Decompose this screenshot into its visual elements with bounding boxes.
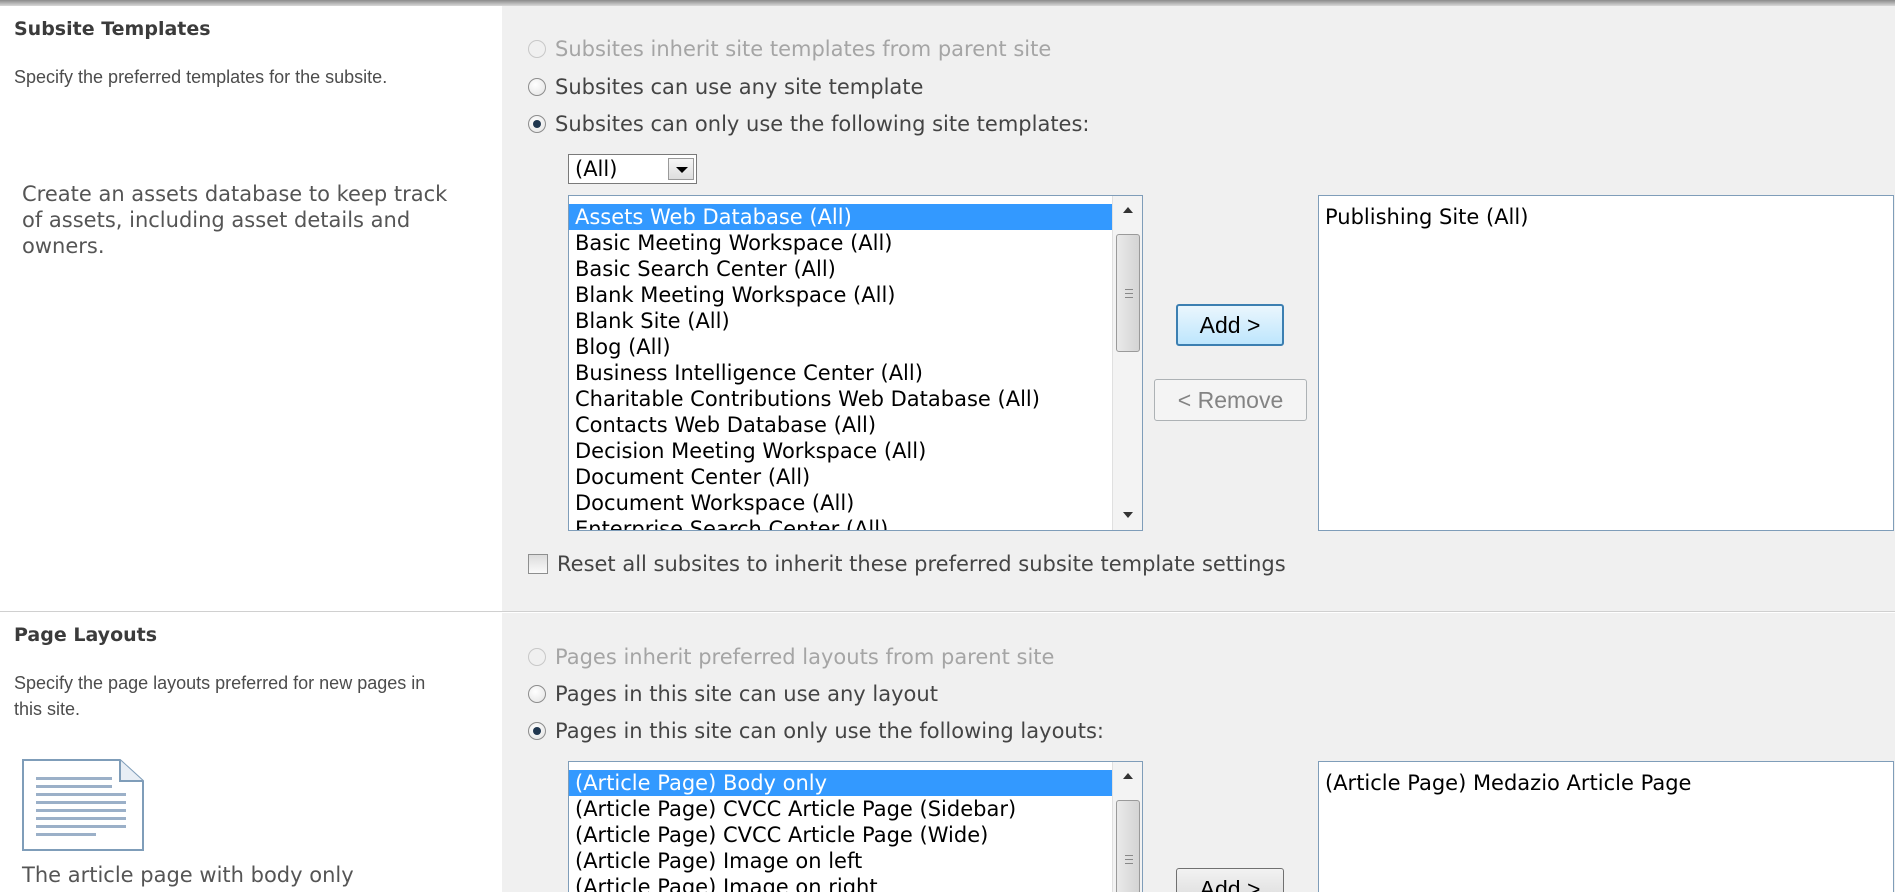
- list-item[interactable]: Business Intelligence Center (All): [569, 360, 1112, 386]
- listbox-scrollbar[interactable]: [1112, 196, 1142, 530]
- page-layouts-info: Page Layouts Specify the page layouts pr…: [0, 613, 502, 892]
- list-item[interactable]: (Article Page) Image on right: [569, 874, 1112, 892]
- chevron-down-icon[interactable]: [668, 158, 694, 180]
- reset-subsites-checkbox-row[interactable]: Reset all subsites to inherit these pref…: [528, 550, 1286, 578]
- listbox-scrollbar[interactable]: [1112, 762, 1142, 892]
- list-item[interactable]: Blank Site (All): [569, 308, 1112, 334]
- radio-inherit-templates[interactable]: Subsites inherit site templates from par…: [528, 35, 1051, 63]
- radio-label: Pages in this site can use any layout: [555, 682, 938, 706]
- radio-button[interactable]: [528, 115, 546, 133]
- scrollbar-thumb[interactable]: [1116, 234, 1140, 352]
- radio-any-layout[interactable]: Pages in this site can use any layout: [528, 680, 938, 708]
- radio-button[interactable]: [528, 40, 546, 58]
- list-item[interactable]: (Article Page) CVCC Article Page (Sideba…: [569, 796, 1112, 822]
- radio-label: Pages in this site can only use the foll…: [555, 719, 1104, 743]
- available-layouts-listbox[interactable]: (Article Page) Body only (Article Page) …: [568, 761, 1143, 892]
- list-item[interactable]: Charitable Contributions Web Database (A…: [569, 386, 1112, 412]
- subsite-templates-section: Subsite Templates Specify the preferred …: [0, 6, 1895, 612]
- grip-icon: [1125, 289, 1133, 298]
- radio-label: Subsites inherit site templates from par…: [555, 37, 1052, 61]
- section-description: Specify the page layouts preferred for n…: [14, 673, 426, 719]
- list-item[interactable]: (Article Page) Image on left: [569, 848, 1112, 874]
- available-templates-listbox[interactable]: Assets Web Database (All) Basic Meeting …: [568, 195, 1143, 531]
- scrollbar-thumb[interactable]: [1116, 800, 1140, 892]
- radio-label: Pages inherit preferred layouts from par…: [555, 645, 1055, 669]
- radio-button[interactable]: [528, 722, 546, 740]
- section-title: Page Layouts: [14, 624, 158, 646]
- list-item[interactable]: Assets Web Database (All): [569, 204, 1112, 230]
- radio-button[interactable]: [528, 78, 546, 96]
- add-template-button[interactable]: Add >: [1176, 304, 1284, 346]
- scroll-down-arrow-icon[interactable]: [1113, 500, 1142, 530]
- list-item[interactable]: Document Center (All): [569, 464, 1112, 490]
- list-item[interactable]: Document Workspace (All): [569, 490, 1112, 516]
- list-item[interactable]: (Article Page) Medazio Article Page: [1319, 770, 1893, 796]
- remove-template-button[interactable]: < Remove: [1154, 379, 1307, 421]
- list-item[interactable]: Blog (All): [569, 334, 1112, 360]
- reset-subsites-checkbox[interactable]: [528, 554, 548, 574]
- page-layout-preview-icon: [22, 759, 144, 851]
- list-item[interactable]: Blank Meeting Workspace (All): [569, 282, 1112, 308]
- subsite-templates-info: Subsite Templates Specify the preferred …: [0, 6, 502, 611]
- language-filter-select[interactable]: (All): [568, 154, 697, 184]
- radio-label: Subsites can use any site template: [555, 75, 924, 99]
- list-item[interactable]: Basic Meeting Workspace (All): [569, 230, 1112, 256]
- radio-inherit-layouts[interactable]: Pages inherit preferred layouts from par…: [528, 643, 1054, 671]
- scroll-up-arrow-icon[interactable]: [1113, 196, 1142, 226]
- list-item[interactable]: Basic Search Center (All): [569, 256, 1112, 282]
- chosen-layouts-listbox[interactable]: (Article Page) Medazio Article Page: [1318, 761, 1894, 892]
- section-title: Subsite Templates: [14, 18, 211, 40]
- radio-button[interactable]: [528, 648, 546, 666]
- page-layouts-section: Page Layouts Specify the page layouts pr…: [0, 613, 1895, 892]
- radio-label: Subsites can only use the following site…: [555, 112, 1090, 136]
- section-description: Specify the preferred templates for the …: [14, 67, 388, 87]
- grip-icon: [1125, 855, 1133, 864]
- layout-description: The article page with body only: [22, 863, 354, 887]
- list-item[interactable]: (Article Page) Body only: [569, 770, 1112, 796]
- add-layout-button[interactable]: Add >: [1176, 868, 1284, 892]
- chosen-templates-items: Publishing Site (All): [1319, 204, 1893, 530]
- list-item[interactable]: Publishing Site (All): [1319, 204, 1893, 230]
- chosen-templates-listbox[interactable]: Publishing Site (All): [1318, 195, 1894, 531]
- template-description: Create an assets database to keep track …: [22, 182, 448, 258]
- radio-only-following-layouts[interactable]: Pages in this site can only use the foll…: [528, 717, 1104, 745]
- available-templates-items: Assets Web Database (All) Basic Meeting …: [569, 204, 1112, 530]
- list-item[interactable]: Decision Meeting Workspace (All): [569, 438, 1112, 464]
- list-item[interactable]: Contacts Web Database (All): [569, 412, 1112, 438]
- scroll-up-arrow-icon[interactable]: [1113, 762, 1142, 792]
- radio-any-template[interactable]: Subsites can use any site template: [528, 73, 923, 101]
- checkbox-label: Reset all subsites to inherit these pref…: [557, 552, 1286, 576]
- radio-only-following-templates[interactable]: Subsites can only use the following site…: [528, 110, 1090, 138]
- chosen-layouts-items: (Article Page) Medazio Article Page: [1319, 770, 1893, 892]
- available-layouts-items: (Article Page) Body only (Article Page) …: [569, 770, 1112, 892]
- list-item[interactable]: (Article Page) CVCC Article Page (Wide): [569, 822, 1112, 848]
- language-filter-value: (All): [575, 157, 618, 181]
- radio-button[interactable]: [528, 685, 546, 703]
- list-item[interactable]: Enterprise Search Center (All): [569, 516, 1112, 530]
